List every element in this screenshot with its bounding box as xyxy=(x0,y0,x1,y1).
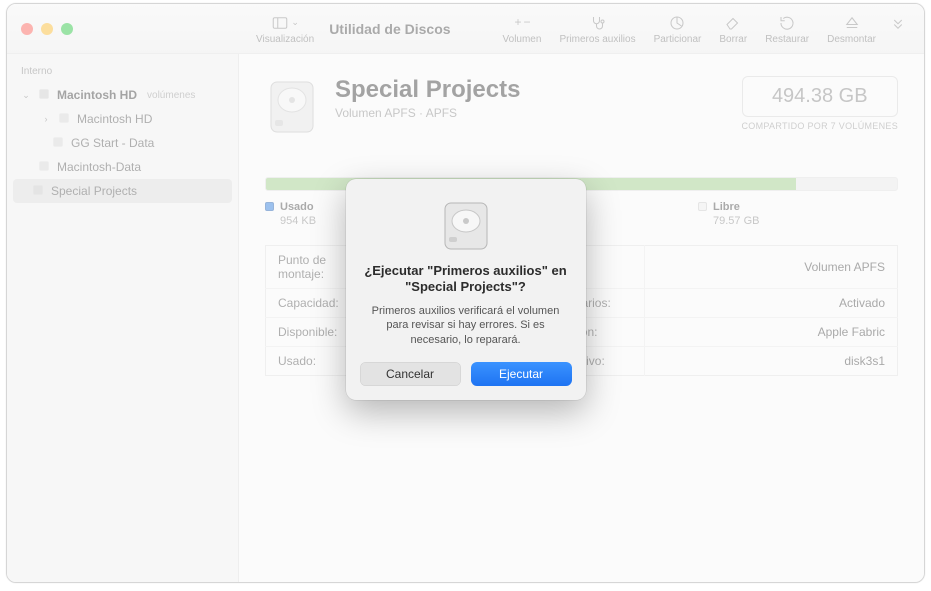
dialog-heading: ¿Ejecutar "Primeros auxilios" en "Specia… xyxy=(360,263,572,296)
dialog-disk-icon xyxy=(360,197,572,255)
dialog-body: Primeros auxilios verificará el volumen … xyxy=(360,304,572,349)
first-aid-dialog: ¿Ejecutar "Primeros auxilios" en "Specia… xyxy=(346,179,586,400)
disk-utility-window: ⌄ Visualización Utilidad de Discos +− Vo… xyxy=(6,3,925,583)
run-button[interactable]: Ejecutar xyxy=(471,362,572,386)
cancel-button[interactable]: Cancelar xyxy=(360,362,461,386)
